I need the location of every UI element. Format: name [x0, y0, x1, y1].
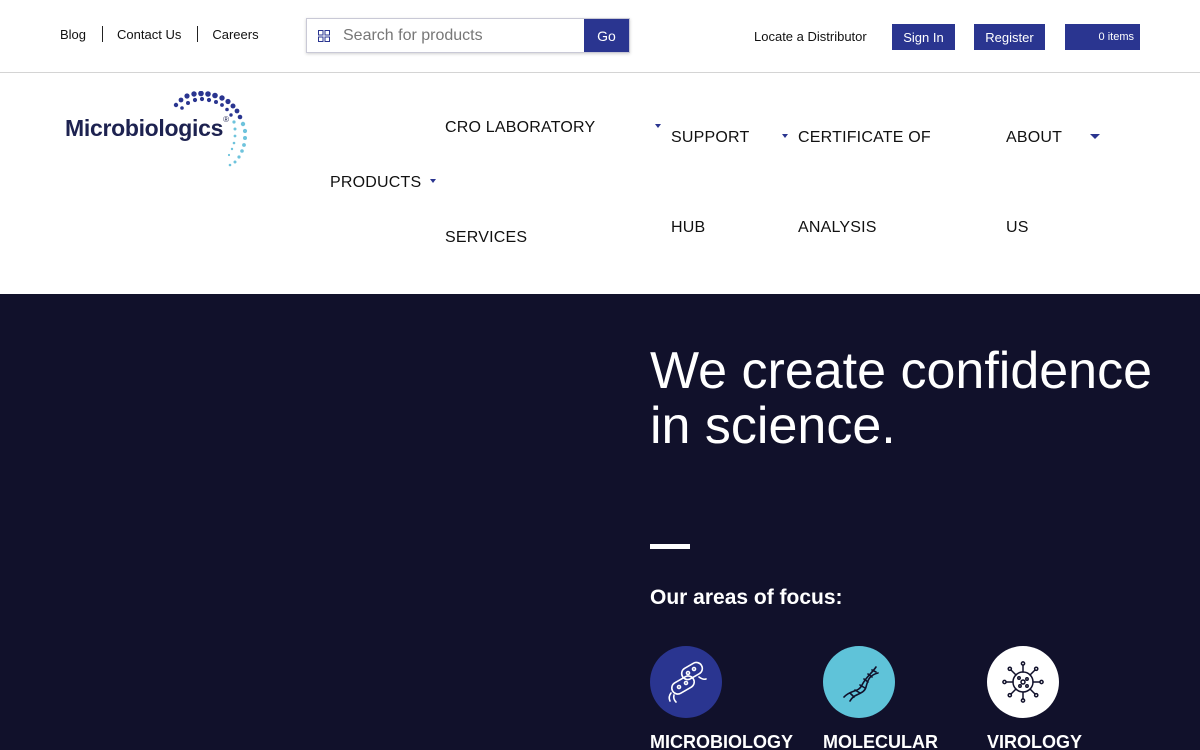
divider: [102, 26, 104, 42]
utility-links: Blog Contact Us Careers: [60, 26, 259, 42]
focus-microbiology[interactable]: MICROBIOLOGY: [650, 646, 793, 750]
blog-link[interactable]: Blog: [60, 27, 86, 42]
nav-coa-line1[interactable]: CERTIFICATE OF: [798, 129, 931, 147]
cart-button[interactable]: 0 items: [1065, 24, 1140, 50]
hero-section: We create confidence in science. Our are…: [0, 294, 1200, 750]
locate-distributor-link[interactable]: Locate a Distributor: [754, 29, 867, 44]
chevron-down-icon[interactable]: [655, 124, 661, 128]
nav-support-line2[interactable]: HUB: [671, 219, 705, 237]
utility-bar: Blog Contact Us Careers Go Locate a Dist…: [0, 0, 1200, 73]
nav-about-line1[interactable]: ABOUT: [1006, 129, 1062, 147]
focus-molecular[interactable]: MOLECULAR: [823, 646, 938, 750]
hero-title: We create confidence in science.: [650, 342, 1152, 455]
search-form: Go: [306, 18, 630, 53]
logo-wordmark: Microbiologics®: [65, 115, 229, 142]
bacteria-icon: [650, 646, 722, 718]
cart-count: 0 items: [1098, 31, 1134, 43]
registered-mark: ®: [223, 115, 229, 124]
nav-cro-line2[interactable]: SERVICES: [445, 229, 527, 247]
register-button[interactable]: Register: [974, 24, 1045, 50]
focus-label: MOLECULAR: [823, 732, 938, 750]
careers-link[interactable]: Careers: [212, 27, 258, 42]
focus-heading: Our areas of focus:: [650, 586, 843, 609]
nav-cro-line1[interactable]: CRO LABORATORY: [445, 119, 595, 137]
hero-divider: [650, 544, 690, 549]
sign-in-button[interactable]: Sign In: [892, 24, 955, 50]
focus-virology[interactable]: VIROLOGY: [987, 646, 1082, 750]
main-nav: Microbiologics® PRODUCTS CRO LABORATORY …: [0, 73, 1200, 294]
search-go-button[interactable]: Go: [584, 19, 629, 52]
chevron-down-icon[interactable]: [1090, 134, 1100, 139]
focus-label: MICROBIOLOGY: [650, 732, 793, 750]
chevron-down-icon[interactable]: [782, 134, 788, 138]
nav-about-line2[interactable]: US: [1006, 219, 1029, 237]
divider: [197, 26, 199, 42]
chevron-down-icon[interactable]: [430, 179, 436, 183]
contact-us-link[interactable]: Contact Us: [117, 27, 181, 42]
search-input[interactable]: [341, 19, 584, 52]
virus-icon: [987, 646, 1059, 718]
nav-support-line1[interactable]: SUPPORT: [671, 129, 749, 147]
grid-search-icon: [307, 19, 341, 52]
microbiologics-logo[interactable]: Microbiologics®: [62, 91, 262, 171]
nav-coa-line2[interactable]: ANALYSIS: [798, 219, 877, 237]
dna-icon: [823, 646, 895, 718]
nav-products[interactable]: PRODUCTS: [330, 174, 421, 192]
focus-label: VIROLOGY: [987, 732, 1083, 750]
logo-text: Microbiologics: [65, 115, 224, 141]
